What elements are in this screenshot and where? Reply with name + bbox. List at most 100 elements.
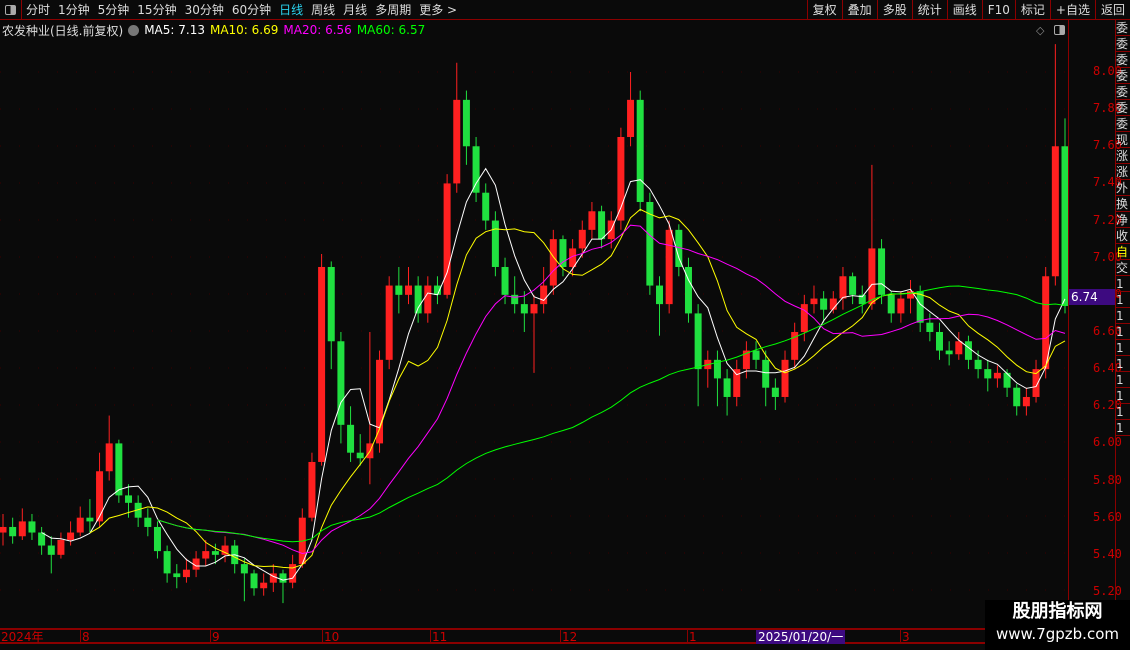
tab-period[interactable]: 更多 >: [415, 1, 461, 18]
candle: [646, 192, 654, 295]
dropdown-icon[interactable]: [128, 24, 140, 36]
panel-label: 委: [1116, 37, 1130, 52]
candle: [849, 272, 857, 305]
candle: [935, 322, 943, 360]
candle: [723, 369, 731, 416]
panel-label: 1: [1116, 372, 1130, 388]
candle: [984, 359, 992, 392]
candle: [327, 261, 335, 370]
tab-period[interactable]: 周线: [307, 1, 339, 18]
period-toolbar: 分时 1分钟 5分钟 15分钟 30分钟 60分钟 日线 周线 月线 多周期 更多 > 复权 叠加 多股…: [0, 0, 1130, 20]
ma10-line: [89, 208, 1066, 569]
candle: [28, 513, 36, 540]
panel-label: 委: [1116, 101, 1130, 116]
candlestick-chart[interactable]: [0, 40, 1068, 628]
toolbar-button[interactable]: 返回: [1094, 0, 1130, 20]
candle: [694, 304, 702, 407]
candle: [163, 545, 171, 583]
candle: [781, 350, 789, 403]
ma10-label: MA10: 6.69: [209, 23, 279, 37]
candle: [47, 536, 55, 574]
candle: [67, 521, 75, 546]
toolbar-button[interactable]: 统计: [911, 0, 947, 20]
toolbar-button[interactable]: 复权: [806, 0, 842, 20]
tab-period[interactable]: 30分钟: [181, 1, 228, 18]
candle: [907, 279, 915, 314]
toolbar-button[interactable]: 标记: [1014, 0, 1050, 20]
toolbar-button[interactable]: +自选: [1049, 0, 1095, 20]
panel-label: 委: [1116, 117, 1130, 132]
candle: [134, 495, 142, 527]
candle: [424, 276, 432, 323]
candle: [491, 211, 499, 277]
panel-label: 交: [1116, 261, 1130, 276]
layout-toggle-icon[interactable]: [1052, 23, 1066, 37]
candle: [1051, 44, 1059, 286]
candle: [443, 174, 451, 299]
tab-period[interactable]: 1分钟: [54, 1, 94, 18]
panel-label: 委: [1116, 85, 1130, 100]
candle: [9, 517, 17, 544]
candle: [482, 183, 490, 230]
x-tick-label: 12: [560, 630, 578, 644]
candle: [945, 341, 953, 366]
panel-label: 1: [1116, 324, 1130, 340]
candle: [742, 341, 750, 379]
quote-side-panel: 委委委委委委委现涨涨外换净收自交1111111111: [1115, 20, 1130, 628]
candle: [105, 415, 113, 481]
candle: [955, 331, 963, 360]
toolbar-button[interactable]: 多股: [876, 0, 912, 20]
tab-period[interactable]: 日线: [275, 1, 307, 18]
stock-title: 农发种业(日线.前复权): [2, 23, 124, 38]
candle: [627, 72, 635, 147]
tab-period[interactable]: 月线: [339, 1, 371, 18]
candle: [704, 350, 712, 388]
candle: [993, 365, 1001, 388]
toolbar-button[interactable]: 叠加: [841, 0, 877, 20]
tab-period[interactable]: 分时: [22, 1, 54, 18]
candle: [472, 136, 480, 202]
tab-period[interactable]: 15分钟: [133, 1, 180, 18]
candle: [771, 378, 779, 410]
candle: [1013, 383, 1021, 416]
candle: [964, 335, 972, 370]
candle: [897, 291, 905, 323]
candle: [684, 257, 692, 323]
diamond-icon[interactable]: ◇: [1036, 24, 1044, 37]
panel-label: 1: [1116, 356, 1130, 372]
candle: [250, 569, 258, 596]
candle: [308, 452, 316, 522]
candle: [289, 554, 297, 589]
candle: [404, 266, 412, 305]
candle: [173, 564, 181, 589]
panel-label: 涨: [1116, 165, 1130, 180]
panel-toggle-button[interactable]: [0, 0, 22, 20]
candle: [829, 291, 837, 314]
panel-label: 1: [1116, 292, 1130, 308]
tab-period[interactable]: 5分钟: [94, 1, 134, 18]
toolbar-button[interactable]: 画线: [946, 0, 982, 20]
tab-period[interactable]: 60分钟: [228, 1, 275, 18]
panel-label: 1: [1116, 340, 1130, 356]
candle: [713, 350, 721, 407]
x-tick-label: 10: [322, 630, 340, 644]
candle: [153, 521, 161, 559]
x-tick-label: 3: [900, 630, 910, 644]
ma20-label: MA20: 6.56: [283, 23, 352, 37]
candle: [221, 536, 229, 563]
candle: [76, 506, 84, 537]
x-tick-label: 11: [430, 630, 448, 644]
candle: [520, 291, 528, 332]
candle: [752, 341, 760, 370]
ma20-line: [157, 224, 1066, 555]
candle: [858, 285, 866, 314]
ma5-label: MA5: 7.13: [144, 23, 205, 37]
candle: [0, 513, 7, 546]
candle: [385, 276, 393, 370]
candle: [1022, 387, 1030, 416]
candle: [511, 276, 519, 314]
tab-period[interactable]: 多周期: [371, 1, 415, 18]
toolbar-button[interactable]: F10: [981, 0, 1015, 20]
price-axis-line: [1068, 20, 1069, 628]
candle: [57, 532, 65, 559]
